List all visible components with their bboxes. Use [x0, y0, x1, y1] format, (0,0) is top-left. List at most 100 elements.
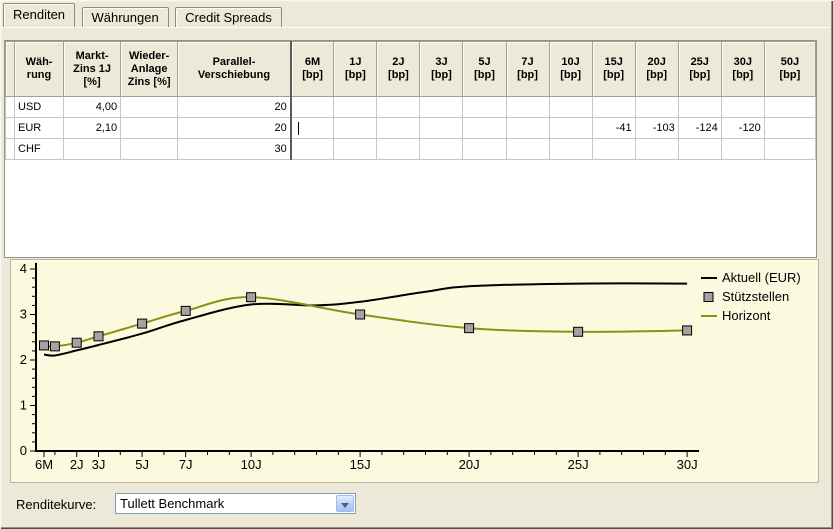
column-header-20j-bp: 20J[bp] [635, 42, 678, 97]
x-tick-label: 7J [179, 457, 193, 472]
bp-cell-1j[interactable] [334, 118, 377, 139]
chart-canvas: 012346M2J3J5J7J10J15J20J25J30JAktuell (E… [11, 260, 818, 482]
chevron-down-icon[interactable] [336, 495, 354, 512]
renditen-window: Renditen Währungen Credit Spreads Wäh-ru… [0, 0, 833, 529]
row-selector[interactable] [6, 97, 15, 118]
wiederanlage-cell[interactable] [121, 139, 178, 160]
bp-cell-5j[interactable] [463, 118, 506, 139]
column-header-1j-bp: 1J[bp] [334, 42, 377, 97]
support-point-marker [574, 327, 583, 336]
tab-waehrungen[interactable]: Währungen [82, 7, 169, 27]
support-point-marker [465, 324, 474, 333]
column-header-currency: Wäh-rung [15, 42, 64, 97]
bp-cell-15j [592, 97, 635, 118]
marktzins-cell[interactable] [64, 139, 121, 160]
row-selector[interactable] [6, 139, 15, 160]
wiederanlage-cell[interactable] [121, 97, 178, 118]
bp-cell-2j[interactable] [377, 97, 420, 118]
bp-cell-6m [291, 139, 334, 160]
renditekurve-selected-value: Tullett Benchmark [120, 495, 224, 512]
x-tick-label: 30J [677, 457, 698, 472]
support-point-marker [40, 341, 49, 350]
bp-cell-7j[interactable] [506, 118, 549, 139]
column-header-50j-bp: 50J[bp] [764, 42, 815, 97]
currency-cell[interactable]: USD [15, 97, 64, 118]
x-tick-label: 10J [241, 457, 262, 472]
row-selector[interactable] [6, 118, 15, 139]
support-point-marker [247, 293, 256, 302]
support-point-marker [181, 306, 190, 315]
parallel-cell[interactable]: 20 [178, 118, 291, 139]
column-header-15j-bp: 15J[bp] [592, 42, 635, 97]
y-tick-label: 0 [20, 443, 27, 458]
renditekurve-label: Renditekurve: [16, 497, 96, 512]
x-tick-label: 3J [92, 457, 106, 472]
rates-table: Wäh-rungMarkt-Zins 1J[%]Wieder-AnlageZin… [5, 41, 816, 160]
x-tick-label: 15J [350, 457, 371, 472]
legend-label: Stützstellen [722, 289, 789, 304]
column-header-5j-bp: 5J[bp] [463, 42, 506, 97]
tab-renditen[interactable]: Renditen [3, 3, 75, 27]
column-header-6m-bp: 6M[bp] [291, 42, 334, 97]
support-point-marker [138, 319, 147, 328]
bp-cell-30j[interactable]: -120 [721, 118, 764, 139]
x-tick-label: 20J [459, 457, 480, 472]
column-header-30j-bp: 30J[bp] [721, 42, 764, 97]
y-tick-label: 3 [20, 307, 27, 322]
bp-cell-10j[interactable] [549, 118, 592, 139]
yield-curve-chart: 012346M2J3J5J7J10J15J20J25J30JAktuell (E… [10, 259, 819, 483]
bp-cell-3j[interactable] [420, 118, 463, 139]
legend-square-marker [704, 293, 713, 302]
currency-cell[interactable]: EUR [15, 118, 64, 139]
x-tick-label: 25J [568, 457, 589, 472]
bp-cell-10j[interactable] [549, 97, 592, 118]
bp-cell-50j [764, 118, 815, 139]
legend-label: Horizont [722, 308, 771, 323]
bp-cell-3j [420, 139, 463, 160]
table-row-usd: USD4,00 20 [6, 97, 816, 118]
support-point-marker [72, 338, 81, 347]
marktzins-cell[interactable]: 4,00 [64, 97, 121, 118]
renditekurve-select[interactable]: Tullett Benchmark [115, 493, 356, 514]
bp-cell-3j[interactable] [420, 97, 463, 118]
bp-cell-5j[interactable] [463, 97, 506, 118]
parallel-cell[interactable]: 30 [178, 139, 291, 160]
bp-cell-5j [463, 139, 506, 160]
bp-cell-30j [721, 139, 764, 160]
bp-cell-10j [549, 139, 592, 160]
bp-cell-50j [764, 97, 815, 118]
parallel-cell[interactable]: 20 [178, 97, 291, 118]
bp-cell-15j[interactable]: -41 [592, 118, 635, 139]
currency-cell[interactable]: CHF [15, 139, 64, 160]
wiederanlage-cell[interactable] [121, 118, 178, 139]
bp-cell-6m[interactable] [291, 118, 334, 139]
bp-cell-20j [635, 139, 678, 160]
bp-cell-2j [377, 139, 420, 160]
x-tick-label: 2J [70, 457, 84, 472]
bp-cell-20j [635, 97, 678, 118]
bp-cell-1j [334, 139, 377, 160]
tab-credit-spreads[interactable]: Credit Spreads [175, 7, 282, 27]
rates-table-container: Wäh-rungMarkt-Zins 1J[%]Wieder-AnlageZin… [4, 40, 817, 258]
column-header-7j-bp: 7J[bp] [506, 42, 549, 97]
row-selector-header [6, 42, 15, 97]
x-tick-label: 6M [35, 457, 53, 472]
legend-label: Aktuell (EUR) [722, 270, 801, 285]
column-header-marktzins: Markt-Zins 1J[%] [64, 42, 121, 97]
bp-cell-30j[interactable] [721, 97, 764, 118]
table-row-eur: EUR2,10 20 -41-103-124-120 [6, 118, 816, 139]
support-point-marker [94, 332, 103, 341]
support-point-marker [683, 326, 692, 335]
support-point-marker [356, 310, 365, 319]
marktzins-cell[interactable]: 2,10 [64, 118, 121, 139]
bp-cell-25j[interactable]: -124 [678, 118, 721, 139]
tab-bar: Renditen Währungen Credit Spreads [3, 3, 284, 28]
y-tick-label: 1 [20, 398, 27, 413]
column-header-25j-bp: 25J[bp] [678, 42, 721, 97]
bp-cell-50j [764, 139, 815, 160]
bp-cell-2j[interactable] [377, 118, 420, 139]
text-caret [298, 122, 299, 135]
bp-cell-20j[interactable]: -103 [635, 118, 678, 139]
bp-cell-6m[interactable] [291, 97, 334, 118]
bp-cell-1j [334, 97, 377, 118]
